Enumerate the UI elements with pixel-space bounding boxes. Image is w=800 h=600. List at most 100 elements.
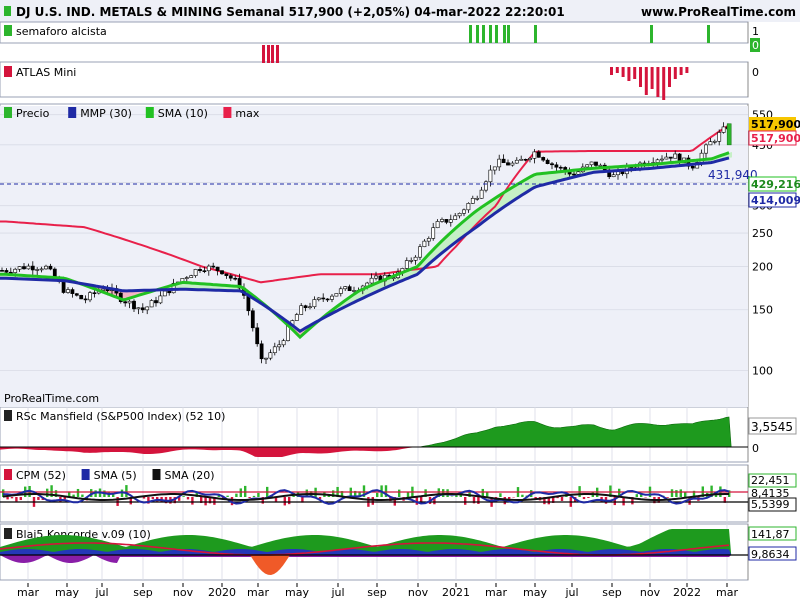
candle-body bbox=[690, 165, 695, 169]
cpm-bar bbox=[81, 494, 84, 497]
candle-body bbox=[330, 295, 334, 300]
cpm-value-2: 5,5399 bbox=[751, 498, 790, 511]
candle-body bbox=[154, 300, 158, 304]
badge-max: 517,900 bbox=[751, 132, 800, 145]
cpm-bar bbox=[464, 497, 467, 505]
atlas-bar bbox=[621, 67, 625, 77]
candle-body bbox=[440, 219, 444, 222]
cpm-bar bbox=[442, 489, 445, 497]
cpm-bar bbox=[670, 489, 674, 497]
candle-body bbox=[717, 132, 722, 142]
atlas-bar bbox=[615, 67, 619, 73]
candle-body bbox=[4, 270, 9, 273]
badge-mmp: 414,009 bbox=[751, 194, 800, 207]
legend-swatch bbox=[145, 107, 154, 118]
cpm-bar bbox=[499, 493, 502, 497]
semaforo-bar bbox=[476, 25, 479, 43]
x-tick-label: sep bbox=[367, 586, 386, 599]
cpm-bar bbox=[252, 495, 256, 497]
candle-body bbox=[228, 275, 233, 279]
candle-body bbox=[475, 197, 480, 200]
semaforo-bar bbox=[707, 25, 710, 43]
candle-body bbox=[418, 246, 422, 258]
candle-body bbox=[145, 306, 150, 311]
semaforo-bar bbox=[482, 25, 485, 43]
atlas-bar bbox=[662, 67, 666, 100]
x-tick-label: 2021 bbox=[442, 586, 470, 599]
semaforo-bar bbox=[534, 25, 537, 43]
cpm-bar bbox=[248, 497, 251, 499]
x-tick-label: mar bbox=[247, 586, 269, 599]
atlas-icon bbox=[4, 66, 12, 77]
candle-body bbox=[206, 265, 211, 272]
candle-body bbox=[497, 158, 502, 168]
legend-swatch bbox=[68, 107, 77, 118]
rsc-zero-tick: 0 bbox=[752, 442, 759, 455]
legend-label: Precio bbox=[16, 107, 50, 120]
candle-body bbox=[660, 158, 664, 161]
candle-body bbox=[255, 327, 260, 345]
x-tick-label: may bbox=[285, 586, 309, 599]
atlas-tick-0: 0 bbox=[752, 66, 759, 79]
badge-sma: 429,216 bbox=[751, 178, 800, 191]
semaforo-bar bbox=[503, 25, 506, 43]
cpm-bar bbox=[635, 494, 638, 497]
panel-cpm: CPM (52) SMA (5) SMA (20) 22,451 8,4135 5,… bbox=[0, 469, 797, 512]
candle-body bbox=[13, 268, 18, 273]
cpm-bar bbox=[666, 497, 669, 498]
cpm-legend-swatch bbox=[152, 469, 161, 480]
candle-body bbox=[74, 293, 79, 296]
rsc-negative-area bbox=[0, 447, 732, 457]
atlas-bar bbox=[644, 67, 648, 95]
atlas-bar bbox=[610, 67, 613, 75]
candle-body bbox=[220, 270, 224, 275]
candle-body bbox=[673, 153, 678, 159]
candle-body bbox=[215, 266, 220, 271]
candle-body bbox=[83, 298, 88, 301]
atlas-bar bbox=[633, 67, 637, 79]
legend-label: MMP (30) bbox=[80, 107, 132, 120]
candle-body bbox=[343, 286, 348, 290]
candle-body bbox=[655, 159, 660, 163]
candle-body bbox=[721, 126, 726, 133]
candle-body bbox=[558, 166, 563, 169]
x-tick-label: mar bbox=[17, 586, 39, 599]
legend-label: max bbox=[235, 107, 259, 120]
candle-body bbox=[79, 295, 84, 300]
candle-body bbox=[374, 275, 378, 279]
cpm-bar bbox=[486, 492, 489, 497]
badge-last: 517,900 bbox=[751, 118, 800, 131]
rsc-label: RSc Mansfield (S&P500 Index) (52 10) bbox=[16, 410, 225, 423]
site-label: www.ProRealTime.com bbox=[641, 5, 796, 19]
semaforo-bar bbox=[489, 25, 492, 43]
candle-body bbox=[664, 156, 669, 160]
candle-body bbox=[30, 265, 35, 271]
candle-body bbox=[303, 305, 308, 309]
candle-body bbox=[308, 306, 312, 309]
panel-koncorde: Blai5 Koncorde v.09 (10) 141,87 9,8634 bbox=[0, 526, 797, 575]
candle-body bbox=[413, 256, 418, 261]
chart-stage: DJ U.S. IND. METALS & MINING Semanal 517… bbox=[0, 0, 800, 599]
candle-body bbox=[224, 273, 229, 276]
koncorde-orange-area bbox=[250, 555, 290, 575]
candle-body bbox=[704, 144, 708, 154]
candle-body bbox=[444, 219, 449, 223]
atlas-bar bbox=[656, 67, 660, 97]
panel-frame-0 bbox=[0, 21, 749, 44]
cpm-legend-label: SMA (20) bbox=[165, 469, 215, 482]
cpm-value-0: 22,451 bbox=[751, 474, 790, 487]
semaforo-label: semaforo alcista bbox=[16, 25, 107, 38]
candle-body bbox=[470, 197, 475, 204]
cpm-bar bbox=[521, 494, 524, 497]
cpm-bar bbox=[204, 497, 207, 506]
candle-body bbox=[488, 169, 493, 183]
candle-body bbox=[466, 203, 471, 211]
candle-body bbox=[48, 265, 53, 270]
candle-body bbox=[536, 151, 541, 158]
candle-body bbox=[66, 289, 70, 293]
cpm-legend-label: SMA (5) bbox=[94, 469, 137, 482]
x-tick-label: may bbox=[55, 586, 79, 599]
candle-body bbox=[264, 357, 268, 360]
candle-body bbox=[202, 270, 207, 272]
x-axis: mar may jul sep nov 2020 mar may jul sep nov 2021 ma… bbox=[17, 583, 738, 599]
